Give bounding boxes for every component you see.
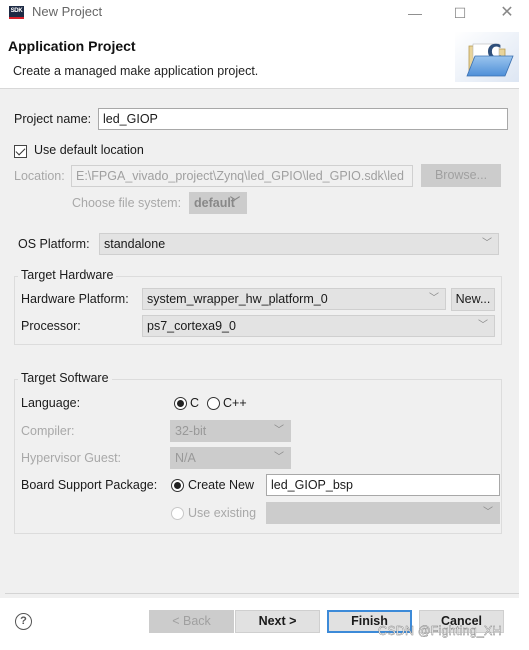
- language-cpp-radio[interactable]: [207, 397, 220, 410]
- chevron-down-icon: ﹀: [483, 507, 493, 518]
- processor-select[interactable]: ps7_cortexa9_0 ﹀: [142, 315, 495, 337]
- back-button[interactable]: < Back: [149, 610, 234, 633]
- location-input[interactable]: E:\FPGA_vivado_project\Zynq\led_GPIO\led…: [71, 165, 413, 187]
- next-button[interactable]: Next >: [235, 610, 320, 633]
- location-label: Location:: [14, 169, 65, 183]
- wizard-header: Application Project Create a managed mak…: [0, 26, 519, 88]
- close-button[interactable]: ✕: [492, 2, 522, 24]
- chevron-down-icon: ﹀: [429, 293, 439, 304]
- compiler-value: 32-bit: [175, 424, 207, 438]
- project-name-input[interactable]: led_GIOP: [98, 108, 508, 130]
- window-edge: [519, 26, 529, 650]
- chevron-down-icon: ﹀: [482, 238, 492, 249]
- hardware-platform-select[interactable]: system_wrapper_hw_platform_0 ﹀: [142, 288, 446, 310]
- file-system-select[interactable]: default ﹀: [189, 192, 247, 214]
- use-default-location-label: Use default location: [34, 143, 144, 157]
- hypervisor-guest-value: N/A: [175, 451, 196, 465]
- browse-button[interactable]: Browse...: [421, 164, 501, 187]
- bsp-use-existing-radio[interactable]: [171, 507, 184, 520]
- os-platform-label: OS Platform:: [18, 237, 90, 251]
- minimize-button[interactable]: —: [400, 2, 430, 24]
- chevron-down-icon: ﹀: [230, 197, 240, 208]
- bsp-label: Board Support Package:: [21, 478, 158, 492]
- bsp-create-new-label: Create New: [188, 478, 254, 492]
- page-title: Application Project: [8, 38, 136, 54]
- compiler-select[interactable]: 32-bit ﹀: [170, 420, 291, 442]
- hypervisor-guest-label: Hypervisor Guest:: [21, 451, 122, 465]
- language-c-label: C: [190, 396, 200, 410]
- processor-label: Processor:: [21, 319, 81, 333]
- new-c-project-folder-icon: C: [455, 32, 519, 82]
- os-platform-value: standalone: [104, 237, 166, 251]
- title-bar: SDK New Project — ☐ ✕: [0, 0, 529, 26]
- page-description: Create a managed make application projec…: [13, 64, 259, 78]
- os-platform-select[interactable]: standalone ﹀: [99, 233, 499, 255]
- file-system-label: Choose file system:: [72, 196, 182, 210]
- footer-divider: [5, 593, 519, 594]
- bsp-use-existing-label: Use existing: [188, 506, 257, 520]
- help-icon[interactable]: ?: [15, 613, 32, 630]
- maximize-button[interactable]: ☐: [445, 2, 475, 24]
- target-software-title: Target Software: [18, 371, 112, 385]
- language-label: Language:: [21, 396, 81, 410]
- hypervisor-guest-select[interactable]: N/A ﹀: [170, 447, 291, 469]
- chevron-down-icon: ﹀: [478, 320, 488, 331]
- file-system-value: default: [194, 196, 235, 210]
- processor-value: ps7_cortexa9_0: [147, 319, 236, 333]
- bsp-use-existing-select[interactable]: ﹀: [266, 502, 500, 524]
- hardware-platform-label: Hardware Platform:: [21, 292, 129, 306]
- new-hardware-platform-button[interactable]: New...: [451, 288, 495, 311]
- compiler-label: Compiler:: [21, 424, 75, 438]
- use-default-location-checkbox[interactable]: [14, 145, 27, 158]
- watermark: CSDN @Fighting_XH: [378, 624, 502, 638]
- chevron-down-icon: ﹀: [274, 425, 284, 436]
- sdk-app-icon: SDK: [9, 6, 24, 19]
- language-c-radio[interactable]: [174, 397, 187, 410]
- target-hardware-title: Target Hardware: [18, 268, 117, 282]
- window-title: New Project: [32, 4, 103, 19]
- bsp-name-input[interactable]: led_GIOP_bsp: [266, 474, 500, 496]
- language-cpp-label: C++: [223, 396, 247, 410]
- project-name-label: Project name:: [14, 112, 92, 126]
- bsp-create-new-radio[interactable]: [171, 479, 184, 492]
- hardware-platform-value: system_wrapper_hw_platform_0: [147, 292, 328, 306]
- chevron-down-icon: ﹀: [274, 452, 284, 463]
